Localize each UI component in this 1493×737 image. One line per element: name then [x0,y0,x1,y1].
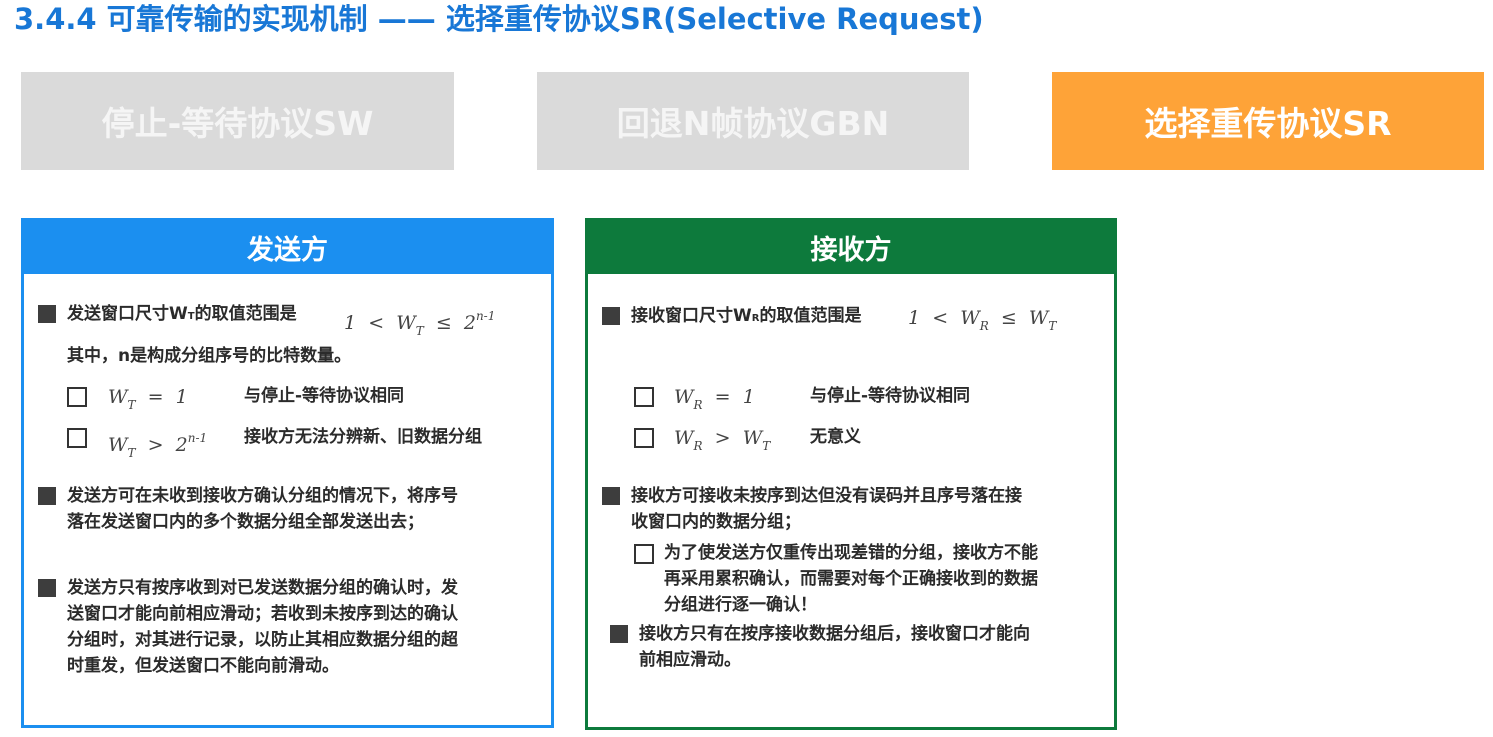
receiver-window-size-label: 接收窗口尺寸WR的取值范围是 [631,303,861,332]
case-var: W [108,386,128,408]
case-op: = [714,386,731,408]
tab-selective-repeat[interactable]: 选择重传协议SR [1052,72,1484,170]
sender-bullet2-line2: 落在发送窗口内的多个数据分组全部发送出去； [67,512,424,532]
case-base: 2 [175,434,188,456]
case-var: W [674,386,694,408]
sender-window-sub: T [187,311,195,322]
formula-sub: R [979,319,989,333]
case-sub: R [693,398,703,412]
receiver-case2-formula: WR > WT [674,425,770,459]
receiver-window-text: 接收窗口尺寸W [631,306,752,326]
formula-var: W [396,312,416,334]
case-op: > [147,434,164,456]
receiver-bullet2-line2: 收窗口内的数据分组； [631,512,801,532]
tab-go-back-n[interactable]: 回退N帧协议GBN [537,72,969,170]
receiver-sub-line3: 分组进行逐一确认！ [664,595,817,615]
receiver-bullet3-line1: 接收方只有在按序接收数据分组后，接收窗口才能向 [639,624,1030,644]
sender-panel: 发送方 发送窗口尺寸WT的取值范围是 1 < WT ≤ 2n-1 其中，n是构成… [21,218,554,728]
receiver-window-text-tail: 的取值范围是 [759,306,862,326]
bullet-square-icon [38,579,56,597]
case-rhs-var: W [742,427,763,449]
receiver-bullet2-line1: 接收方可接收未按序到达但没有误码并且序号落在接 [631,486,1022,506]
bullet-square-icon [38,487,56,505]
sender-window-text-tail: 的取值范围是 [194,304,297,324]
case-var: W [674,427,694,449]
receiver-panel-body: 接收窗口尺寸WR的取值范围是 1 < WR ≤ WT WR = 1 与停止-等待… [588,221,1114,727]
checkbox-icon [67,387,87,407]
formula-sub: T [415,324,424,338]
bullet-square-icon [602,307,620,325]
sender-bullet3-line1: 发送方只有按序收到对已发送数据分组的确认时，发 [67,578,458,598]
receiver-case2-text: 无意义 [810,427,861,447]
receiver-window-formula: 1 < WR ≤ WT [908,305,1056,339]
bullet-square-icon [610,625,628,643]
case-rhs-sub: T [762,439,771,453]
formula-rhs-sub: T [1048,319,1057,333]
tab-stop-and-wait[interactable]: 停止-等待协议SW [21,72,454,170]
receiver-sub-line2: 再采用累积确认，而需要对每个正确接收到的数据 [664,569,1038,589]
formula-base: 2 [463,312,476,334]
case-var: W [108,434,128,456]
case-rhs: 1 [175,386,188,408]
sender-case1-text: 与停止-等待协议相同 [244,386,405,406]
formula-op1: < [932,307,949,329]
case-sub: R [693,439,703,453]
bullet-square-icon [602,487,620,505]
formula-left: 1 [344,312,357,334]
formula-exp: n-1 [475,309,496,323]
receiver-case1-text: 与停止-等待协议相同 [810,386,971,406]
case-exp: n-1 [187,431,208,445]
sender-bullet3-line4: 时重发，但发送窗口不能向前滑动。 [67,656,339,676]
formula-op1: < [368,312,385,334]
formula-rhs-var: W [1028,307,1049,329]
formula-op2: ≤ [435,312,452,334]
formula-left: 1 [908,307,921,329]
case-sub: T [127,398,136,412]
case-rhs: 1 [742,386,755,408]
receiver-panel: 接收方 接收窗口尺寸WR的取值范围是 1 < WR ≤ WT WR = 1 与停… [585,218,1117,730]
page-title: 3.4.4 可靠传输的实现机制 —— 选择重传协议SR(Selective Re… [14,2,984,36]
sender-case1-formula: WT = 1 [108,384,188,418]
checkbox-icon [634,387,654,407]
receiver-case1-formula: WR = 1 [674,384,755,418]
formula-op2: ≤ [1000,307,1017,329]
sender-bullet2-line1: 发送方可在未收到接收方确认分组的情况下，将序号 [67,486,458,506]
case-op: > [714,427,731,449]
sender-bullet3-line3: 分组时，对其进行记录，以防止其相应数据分组的超 [67,630,458,650]
sender-window-text: 发送窗口尺寸W [67,304,188,324]
sender-case2-text: 接收方无法分辨新、旧数据分组 [244,427,482,447]
receiver-bullet3-line2: 前相应滑动。 [639,650,741,670]
sender-bullet3-line2: 送窗口才能向前相应滑动；若收到未按序到达的确认 [67,604,458,624]
checkbox-icon [67,428,87,448]
formula-var: W [960,307,980,329]
sender-panel-body: 发送窗口尺寸WT的取值范围是 1 < WT ≤ 2n-1 其中，n是构成分组序号… [24,221,551,725]
sender-note: 其中，n是构成分组序号的比特数量。 [67,346,352,366]
checkbox-icon [634,428,654,448]
sender-window-size-label: 发送窗口尺寸WT的取值范围是 [67,301,297,330]
sender-window-formula: 1 < WT ≤ 2n-1 [344,303,495,344]
receiver-sub-line1: 为了使发送方仅重传出现差错的分组，接收方不能 [664,543,1038,563]
bullet-square-icon [38,305,56,323]
checkbox-icon [634,544,654,564]
sender-case2-formula: WT > 2n-1 [108,425,207,466]
case-sub: T [127,446,136,460]
case-op: = [147,386,164,408]
